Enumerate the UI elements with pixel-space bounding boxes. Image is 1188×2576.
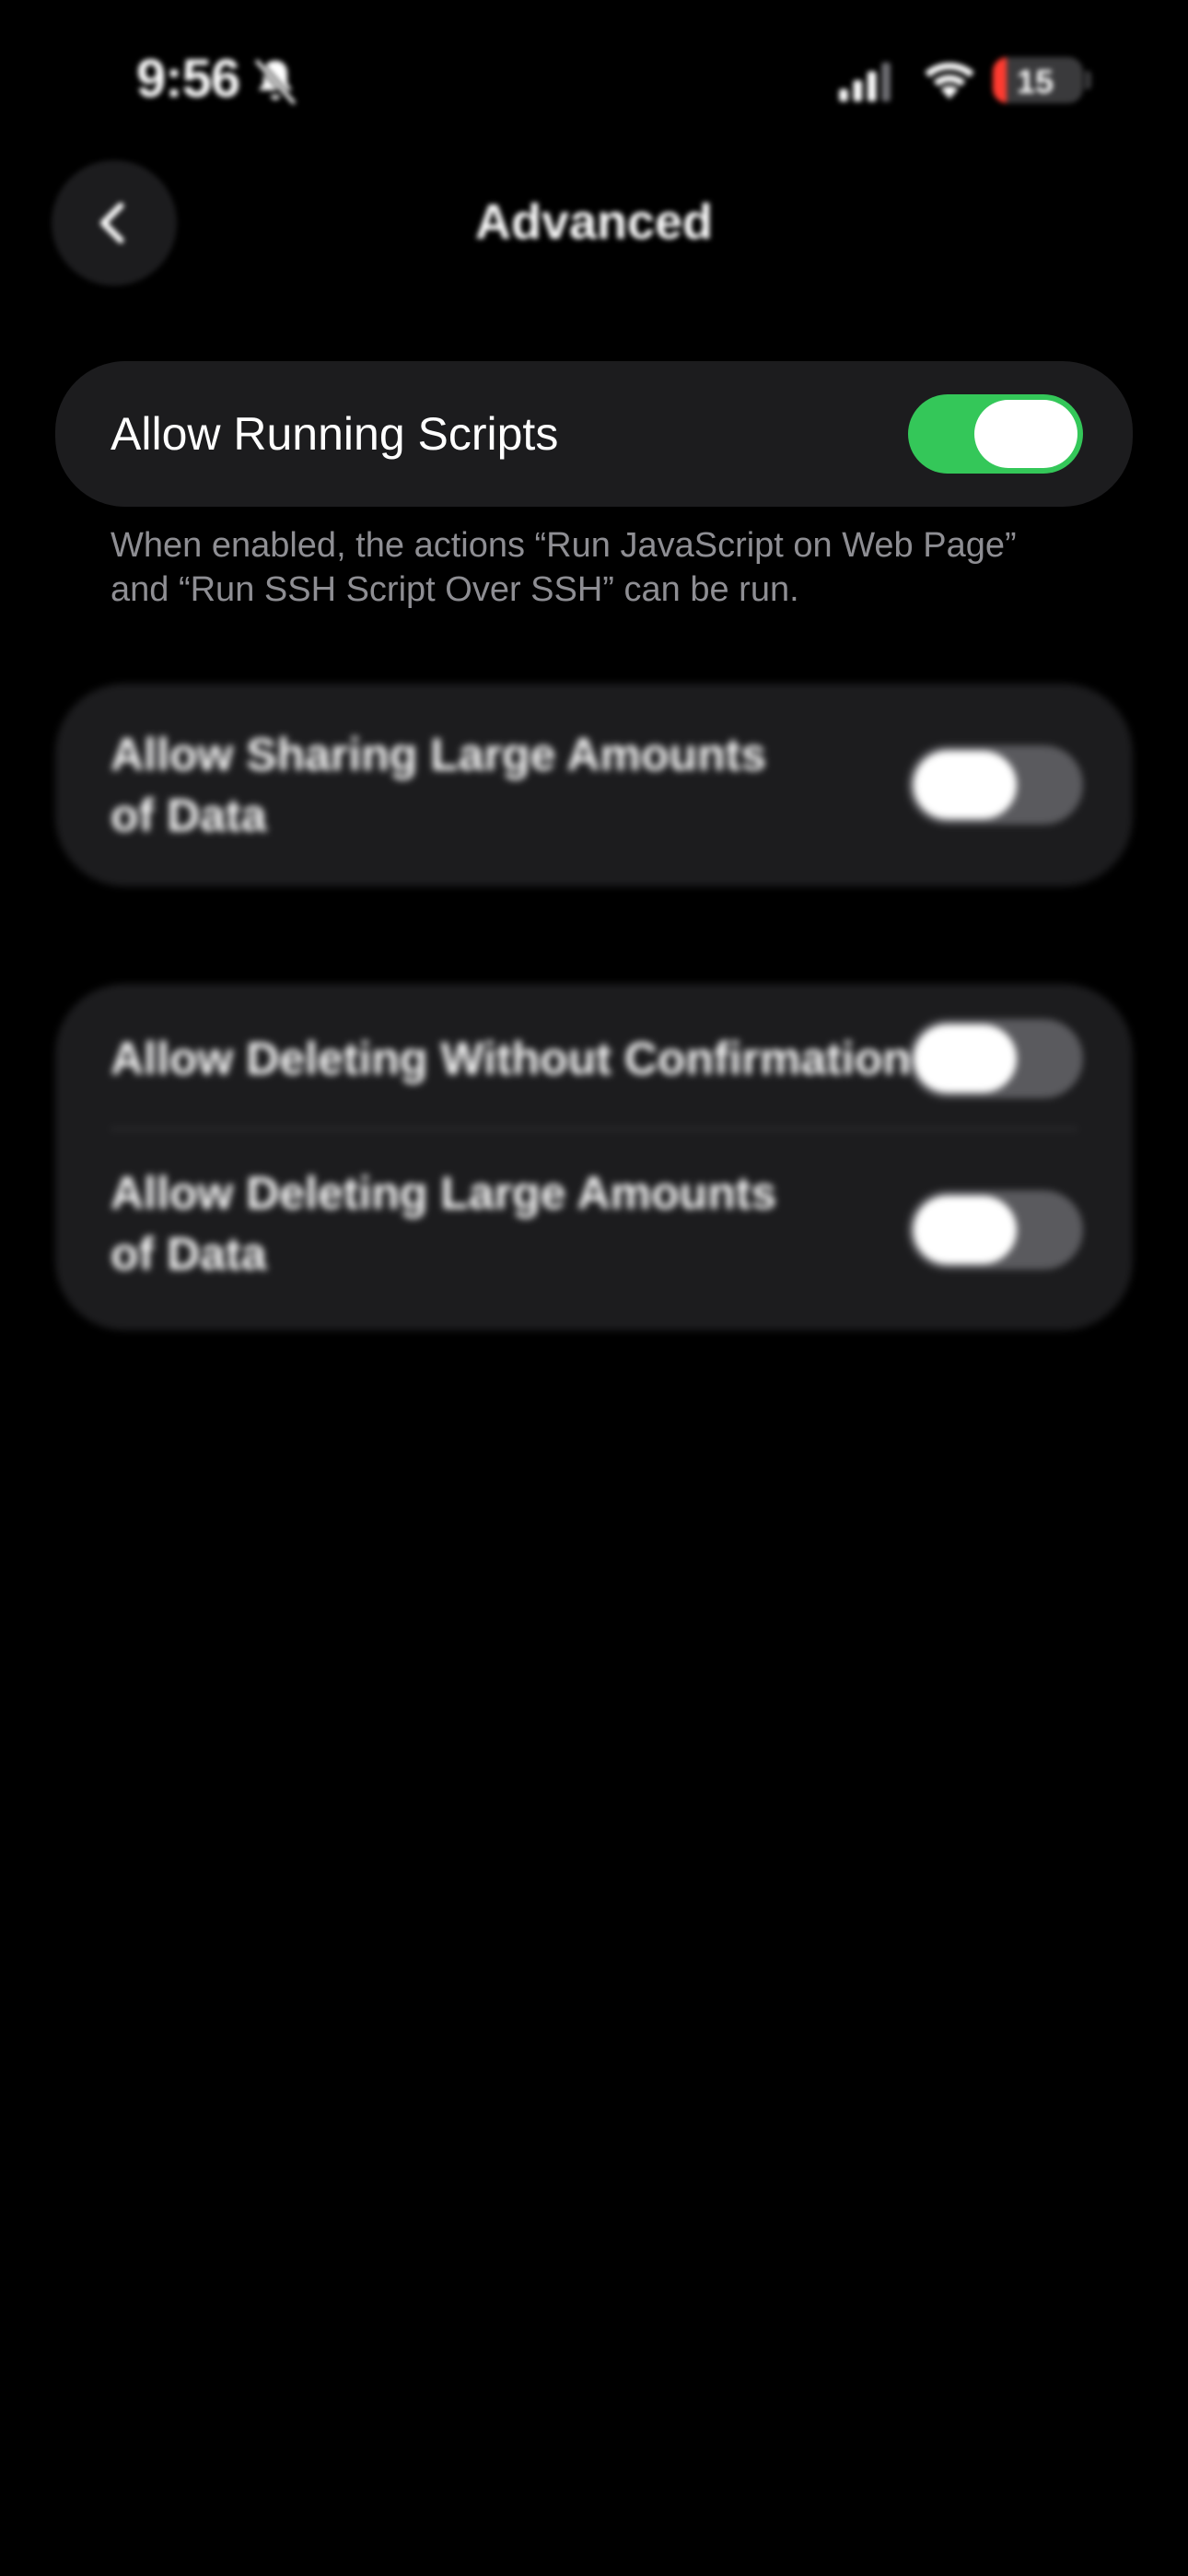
settings-row-allow-running-scripts[interactable]: Allow Running Scripts (55, 361, 1133, 507)
bell-slash-icon (253, 58, 297, 106)
deleting-card: Allow Deleting Without Confirmation Allo… (55, 984, 1133, 1330)
settings-row-allow-deleting-large-data[interactable]: Allow Deleting Large Amounts of Data (55, 1130, 1133, 1330)
settings-row-allow-sharing-large-data[interactable]: Allow Sharing Large Amounts of Data (55, 684, 1133, 886)
row-label-line2: of Data (111, 1228, 267, 1280)
row-label-line2: of Data (111, 790, 267, 841)
status-bar: 9:56 15 (0, 0, 1188, 166)
toggle-knob (914, 751, 1017, 819)
allow-deleting-large-data-toggle[interactable] (908, 1190, 1083, 1270)
page-title: Advanced (474, 194, 714, 250)
cellular-signal-icon (839, 62, 891, 102)
row-label: Allow Running Scripts (111, 408, 559, 460)
row-label-line1: Allow Sharing Large Amounts (111, 729, 767, 780)
battery-level: 15 (1016, 63, 1054, 100)
toggle-knob (974, 400, 1077, 468)
battery-indicator: 15 (993, 57, 1083, 103)
running-scripts-card: Allow Running Scripts (55, 361, 1133, 507)
row-label-line1: Allow Deleting Large Amounts (111, 1167, 777, 1219)
allow-sharing-large-data-toggle[interactable] (908, 745, 1083, 825)
settings-row-allow-deleting-without-confirmation[interactable]: Allow Deleting Without Confirmation (55, 984, 1133, 1130)
status-time: 9:56 (136, 49, 240, 109)
allow-running-scripts-toggle[interactable] (908, 394, 1083, 474)
toggle-knob (914, 1025, 1017, 1093)
battery-cap (1085, 71, 1091, 89)
allow-deleting-without-confirmation-toggle[interactable] (908, 1019, 1083, 1098)
wifi-icon (925, 62, 974, 100)
toggle-knob (914, 1196, 1017, 1264)
row-label: Allow Deleting Without Confirmation (111, 1033, 911, 1084)
sharing-data-card: Allow Sharing Large Amounts of Data (55, 684, 1133, 886)
running-scripts-footer: When enabled, the actions “Run JavaScrip… (111, 526, 1017, 609)
